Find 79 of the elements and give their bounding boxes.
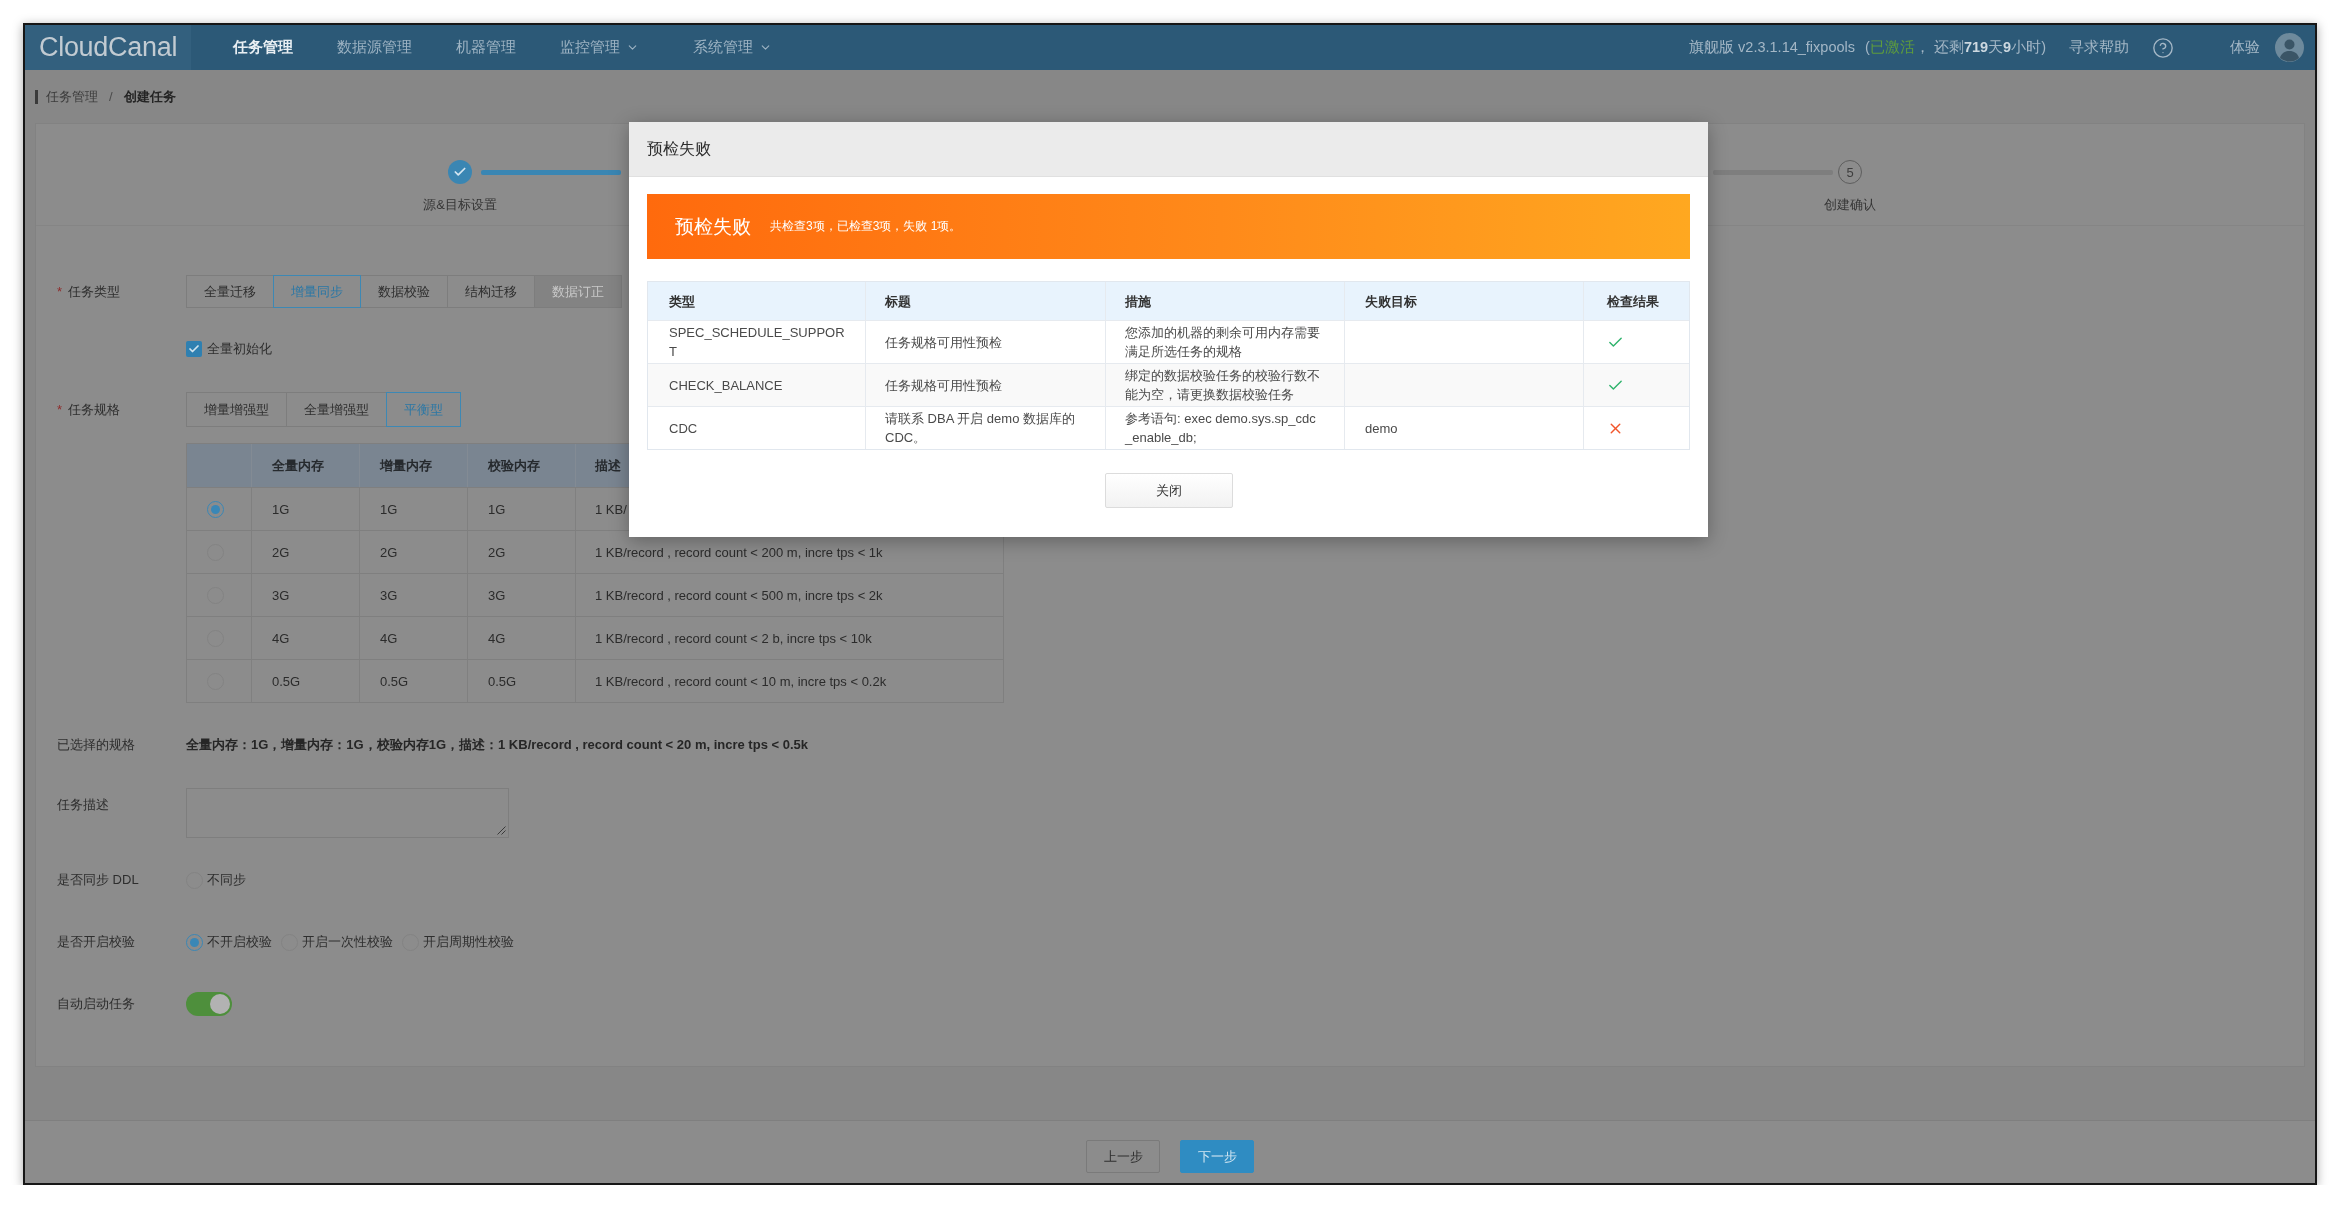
table-cell-text: 1 KB/record , record count < 10 m, incre tps < 0.2k	[594, 672, 888, 691]
table-cell: 2G	[360, 531, 468, 573]
table-cell: CDC	[648, 407, 866, 449]
table-cell-text: 1 KB/record , record count < 2 b, incre tps < 10k	[594, 629, 873, 648]
nav-item[interactable]: 机器管理	[434, 25, 538, 70]
nav-item[interactable]: 任务管理	[211, 25, 315, 70]
table-cell-text: 1 KB/record , record count < 500 m, incre tps < 2k	[594, 586, 884, 605]
nav-item[interactable]: 数据源管理	[315, 25, 434, 70]
table-cell: 2G	[468, 531, 576, 573]
table-cell: 2G	[252, 531, 360, 573]
table-cell: 3G	[468, 574, 576, 616]
dialog-title: 预检失败	[647, 138, 711, 159]
radio-label: 不同步	[207, 871, 246, 889]
table-cell: 请联系 DBA 开启 demo 数据库的 CDC。	[866, 407, 1106, 449]
vertical-bar-icon	[35, 89, 38, 104]
avatar-icon[interactable]	[2275, 33, 2304, 62]
toggle-switch[interactable]	[186, 992, 232, 1016]
primary-button[interactable]: 下一步	[1180, 1140, 1254, 1173]
field-label: 已选择的规格	[57, 736, 135, 754]
help-icon[interactable]	[2152, 36, 2174, 59]
table-cell: 1G	[468, 488, 576, 530]
step-label: 创建确认	[1824, 197, 1876, 213]
license-status-text: (已激活， 还剩719天9小时)	[1865, 38, 2046, 57]
selected-spec-text: 全量内存：1G，增量内存：1G，校验内存1G，描述：1 KB/record , record count < 20 m, incre tps < 0.5k	[186, 736, 808, 754]
table-cell-text: 1 KB/record , record count < 200 m, incre tps < 1k	[594, 543, 884, 562]
field-label: 任务规格	[68, 400, 120, 419]
radio-button[interactable]	[186, 933, 203, 951]
segment-button[interactable]: 结构迁移	[447, 275, 535, 308]
nav-item[interactable]: 系统管理	[671, 25, 804, 70]
segment-button[interactable]: 全量增强型	[286, 392, 387, 427]
step-number: 5	[1838, 160, 1862, 184]
close-button[interactable]: 关闭	[1104, 473, 1233, 508]
banner-title: 预检失败	[675, 214, 751, 239]
field-label: 任务类型	[68, 282, 120, 301]
required-mark: *	[57, 402, 64, 417]
table-cell: 4G	[468, 617, 576, 659]
table-cell: 0.5G	[468, 660, 576, 702]
description-field[interactable]	[186, 788, 509, 838]
version-text: 旗舰版 v2.3.1.14_fixpools	[1689, 38, 1855, 57]
checkbox[interactable]	[186, 341, 202, 357]
column-header: 增量内存	[360, 444, 468, 487]
column-header: 全量内存	[252, 444, 360, 487]
check-icon	[188, 343, 200, 355]
logo[interactable]: CloudCanal	[25, 25, 191, 70]
resize-grip-icon	[497, 826, 506, 835]
help-link[interactable]: 寻求帮助	[2069, 38, 2129, 57]
table-cell-text: 1 KB/	[594, 500, 628, 519]
breadcrumb-link[interactable]: 创建任务	[123, 87, 176, 106]
radio-label: 不开启校验	[207, 933, 272, 951]
radio-label: 开启周期性校验	[423, 933, 514, 951]
column-header: 校验内存	[468, 444, 576, 487]
field-label: 是否开启校验	[57, 933, 135, 951]
breadcrumb-separator: /	[109, 89, 113, 104]
field-label: 自动启动任务	[57, 995, 135, 1013]
segment-button[interactable]: 全量迁移	[186, 275, 274, 308]
table-cell: 1G	[252, 488, 360, 530]
segment-button[interactable]: 增量增强型	[186, 392, 287, 427]
field-label: 任务描述	[57, 796, 109, 814]
user-name[interactable]: 体验	[2230, 38, 2260, 57]
table-cell: 4G	[252, 617, 360, 659]
step-label: 源&目标设置	[423, 197, 497, 213]
required-mark: *	[57, 284, 64, 299]
table-cell: 3G	[252, 574, 360, 616]
segment-button[interactable]: 数据校验	[360, 275, 448, 308]
banner-summary: 共检查3项，已检查3项，失败 1项。	[770, 218, 962, 235]
field-label: 是否同步 DDL	[57, 871, 139, 889]
checkbox-label: 全量初始化	[207, 340, 272, 358]
table-cell: 0.5G	[252, 660, 360, 702]
radio-button[interactable]	[207, 500, 224, 518]
table-cell: 参考语句: exec demo.sys.sp_cdc_enable_db;	[1106, 407, 1345, 449]
column-header: 描述	[594, 456, 622, 475]
table-cell: 3G	[360, 574, 468, 616]
table-cell: demo	[1345, 407, 1584, 449]
nav-item[interactable]: 监控管理	[538, 25, 671, 70]
table-cell: 4G	[360, 617, 468, 659]
table-cell: 1G	[360, 488, 468, 530]
column-header: 检查结果	[1605, 292, 1660, 311]
breadcrumb-link[interactable]: 任务管理	[46, 87, 98, 106]
table-cell: 0.5G	[360, 660, 468, 702]
